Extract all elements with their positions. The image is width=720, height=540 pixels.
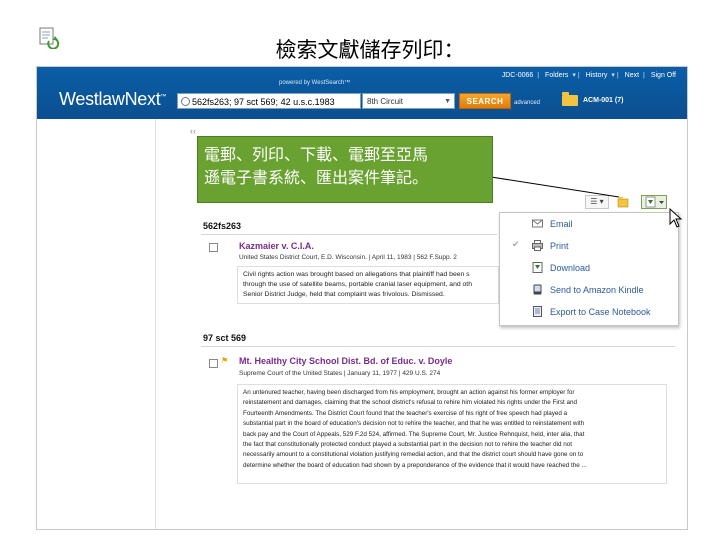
menu-item-kindle[interactable]: Send to Amazon Kindle — [500, 279, 678, 301]
top-links: JDC-0066 | Folders ▾ | History ▾ | Next | Si… — [501, 72, 676, 79]
case-citation: United States District Court, E.D. Wisco… — [239, 254, 457, 261]
menu-item-download[interactable]: Download — [500, 257, 678, 279]
folders-link[interactable]: Folders — [545, 72, 568, 79]
kindle-icon — [532, 284, 543, 295]
next-link[interactable]: Next — [625, 72, 639, 79]
powered-by-label: powered by WestSearch™ — [279, 80, 351, 86]
delivery-button[interactable] — [641, 195, 667, 209]
westlaw-header: JDC-0066 | Folders ▾ | History ▾ | Next | Si… — [37, 67, 687, 119]
callout-pointer — [491, 176, 620, 198]
delivery-menu: Email ✔ Print Download Send to Amazon Ki… — [499, 212, 679, 326]
case-checkbox[interactable] — [209, 359, 218, 368]
history-link[interactable]: History — [586, 72, 608, 79]
notebook-icon — [532, 306, 543, 317]
user-link[interactable]: JDC-0066 — [502, 72, 534, 79]
advanced-search-link[interactable]: advanced — [514, 100, 540, 106]
chevron-down-icon: ▼ — [444, 98, 451, 105]
download-icon — [532, 262, 543, 273]
left-panel — [37, 119, 156, 529]
checkmark-icon: ✔ — [512, 239, 520, 249]
mouse-cursor-icon — [669, 207, 683, 233]
menu-item-export-notebook[interactable]: Export to Case Notebook — [500, 301, 678, 323]
search-icon — [181, 97, 190, 106]
sign-off-link[interactable]: Sign Off — [651, 72, 676, 79]
current-folder-link[interactable]: ACM-001 (7) — [583, 97, 623, 104]
case-checkbox[interactable] — [209, 243, 218, 252]
slide-title: 檢索文獻儲存列印： — [275, 38, 465, 62]
annotation-callout: 電郵、列印、下載、電郵至亞馬 遜電子書系統、匯出案件筆記。 — [197, 136, 493, 203]
jurisdiction-select[interactable]: 8th Circuit ▼ — [362, 93, 455, 109]
flag-icon[interactable]: ⚑ — [221, 356, 228, 365]
case-title-link[interactable]: Kazmaier v. C.I.A. — [239, 241, 314, 251]
envelope-icon — [532, 218, 543, 229]
case-title-link[interactable]: Mt. Healthy City School Dist. Bd. of Edu… — [239, 356, 452, 366]
printer-icon — [532, 240, 543, 251]
menu-item-print[interactable]: ✔ Print — [500, 235, 678, 257]
collapse-panel-toggle[interactable]: ‹‹ — [190, 126, 196, 136]
folder-icon[interactable] — [562, 92, 578, 106]
case-abstract: Civil rights action was brought based on… — [237, 266, 499, 304]
divider — [201, 346, 675, 347]
westlaw-logo[interactable]: WestlawNext™ — [59, 89, 166, 110]
case-citation: Supreme Court of the United States | Jan… — [239, 370, 441, 377]
menu-item-email[interactable]: Email — [500, 213, 678, 235]
search-button[interactable]: SEARCH — [459, 93, 511, 109]
group-heading: 562fs263 — [203, 221, 242, 231]
divider — [201, 234, 497, 235]
case-abstract: An untenured teacher, having been discha… — [237, 384, 667, 484]
group-heading: 97 sct 569 — [203, 333, 247, 343]
search-input[interactable]: 562fs263; 97 sct 569; 42 u.s.c.1983 — [177, 93, 361, 109]
